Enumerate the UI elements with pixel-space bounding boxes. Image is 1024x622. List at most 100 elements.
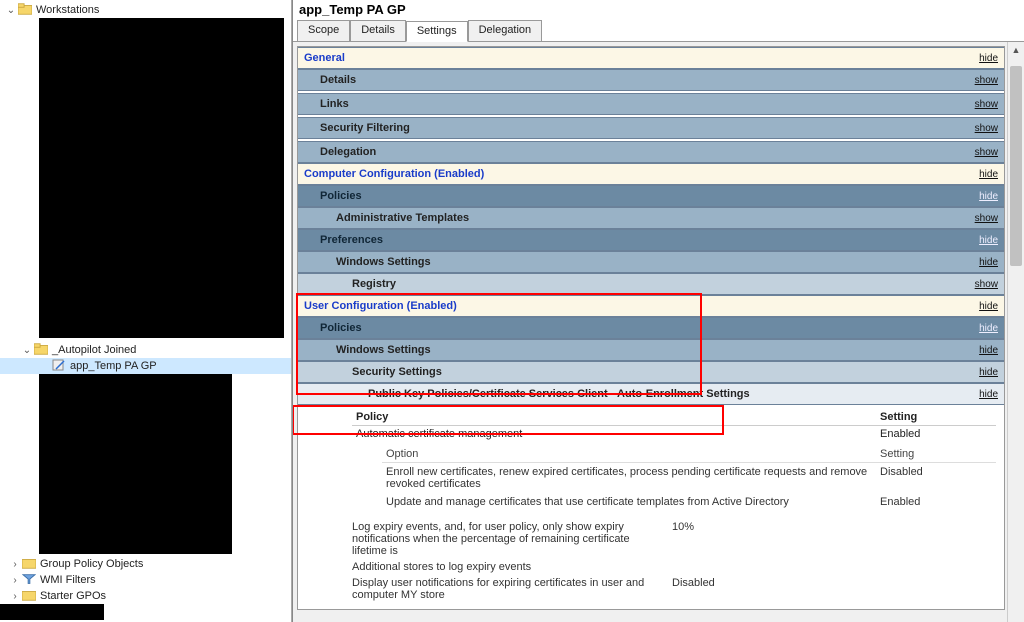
hide-link[interactable]: hide xyxy=(973,343,1004,358)
table-row: Display user notifications for expiring … xyxy=(352,575,996,603)
cell-label: Additional stores to log expiry events xyxy=(352,561,672,573)
folder-icon xyxy=(18,3,34,17)
show-link[interactable]: show xyxy=(969,145,1004,160)
tree-label: _Autopilot Joined xyxy=(52,344,136,356)
col-policy: Policy xyxy=(352,409,876,426)
hide-link[interactable]: hide xyxy=(973,255,1004,270)
section-general-delegation[interactable]: Delegation show xyxy=(298,141,1004,163)
tab-scope[interactable]: Scope xyxy=(297,20,350,41)
section-comp-admintpl[interactable]: Administrative Templates show xyxy=(298,207,1004,229)
hide-link[interactable]: hide xyxy=(973,233,1004,248)
show-link[interactable]: show xyxy=(969,97,1004,112)
section-comp-conf[interactable]: Computer Configuration (Enabled) hide xyxy=(298,163,1004,185)
section-comp-prefs[interactable]: Preferences hide xyxy=(298,229,1004,251)
show-link[interactable]: show xyxy=(969,73,1004,88)
scroll-up-icon[interactable]: ▲ xyxy=(1008,42,1024,59)
tree-label: Starter GPOs xyxy=(40,590,106,602)
tree-autopilot[interactable]: ⌄ _Autopilot Joined xyxy=(0,342,291,358)
right-pane: app_Temp PA GP Scope Details Settings De… xyxy=(292,0,1024,622)
tree-workstations[interactable]: ⌄ Workstations xyxy=(0,2,291,18)
table-row: Enroll new certificates, renew expired c… xyxy=(382,463,996,494)
table-row: Log expiry events, and, for user policy,… xyxy=(352,519,996,559)
section-user-pkp[interactable]: Public Key Policies/Certificate Services… xyxy=(298,383,1004,405)
policy-body: Policy Setting Automatic certificate man… xyxy=(298,405,1004,609)
cell-option: Enroll new certificates, renew expired c… xyxy=(382,463,876,494)
tree-stub-icons xyxy=(22,18,38,341)
hide-link[interactable]: hide xyxy=(973,365,1004,380)
section-comp-policies[interactable]: Policies hide xyxy=(298,185,1004,207)
collapse-icon[interactable]: ⌄ xyxy=(4,5,18,16)
folder-icon xyxy=(22,589,38,603)
section-label: Links xyxy=(298,94,969,114)
section-label: Policies xyxy=(298,318,973,338)
section-comp-winset[interactable]: Windows Settings hide xyxy=(298,251,1004,273)
expand-icon[interactable]: › xyxy=(8,575,22,586)
section-label: Administrative Templates xyxy=(298,208,969,228)
options-table: Option Setting Enroll new certificates, … xyxy=(382,446,996,511)
tree-label: WMI Filters xyxy=(40,574,96,586)
hide-link[interactable]: hide xyxy=(973,51,1004,66)
section-general-details[interactable]: Details show xyxy=(298,69,1004,91)
section-label: General xyxy=(298,48,973,68)
tree-label: app_Temp PA GP xyxy=(70,360,157,372)
tree-starter-gpos[interactable]: › Starter GPOs xyxy=(0,588,291,604)
section-label: Computer Configuration (Enabled) xyxy=(298,164,973,184)
section-general-links[interactable]: Links show xyxy=(298,93,1004,115)
report-pane: General hide Details show Links show Sec… xyxy=(297,46,1005,610)
hide-link[interactable]: hide xyxy=(973,321,1004,336)
hide-link[interactable]: hide xyxy=(973,189,1004,204)
folder-icon xyxy=(34,343,50,357)
section-label: Registry xyxy=(298,274,969,294)
cell-setting: Enabled xyxy=(876,493,996,511)
section-comp-registry[interactable]: Registry show xyxy=(298,273,1004,295)
filter-icon xyxy=(22,573,38,587)
section-user-secset[interactable]: Security Settings hide xyxy=(298,361,1004,383)
tab-settings[interactable]: Settings xyxy=(406,21,468,42)
section-general[interactable]: General hide xyxy=(298,47,1004,69)
section-user-winset[interactable]: Windows Settings hide xyxy=(298,339,1004,361)
tab-bar: Scope Details Settings Delegation xyxy=(293,20,1024,42)
tree-wmi-filters[interactable]: › WMI Filters xyxy=(0,572,291,588)
collapse-icon[interactable]: ⌄ xyxy=(20,345,34,356)
tree-lines-icon xyxy=(22,18,38,338)
content-area: General hide Details show Links show Sec… xyxy=(293,42,1024,622)
section-user-policies[interactable]: Policies hide xyxy=(298,317,1004,339)
redacted-block xyxy=(39,18,284,338)
tab-details[interactable]: Details xyxy=(350,20,406,41)
section-label: Delegation xyxy=(298,142,969,162)
expand-icon[interactable]: › xyxy=(8,591,22,602)
content-scroll[interactable]: General hide Details show Links show Sec… xyxy=(293,42,1007,622)
gpo-link-icon xyxy=(52,359,68,373)
col-setting: Setting xyxy=(876,446,996,463)
left-tree-pane: ⌄ Workstations ⌄ _Autopilot Joined app_T… xyxy=(0,0,292,622)
section-label: Preferences xyxy=(298,230,973,250)
vertical-scrollbar[interactable]: ▲ xyxy=(1007,42,1024,622)
section-user-conf[interactable]: User Configuration (Enabled) hide xyxy=(298,295,1004,317)
section-label: Details xyxy=(298,70,969,90)
section-label: Public Key Policies/Certificate Services… xyxy=(298,384,973,404)
tree-gpo-selected[interactable]: app_Temp PA GP xyxy=(0,358,291,374)
tab-delegation[interactable]: Delegation xyxy=(468,20,543,41)
hide-link[interactable]: hide xyxy=(973,387,1004,402)
cell-setting: Disabled xyxy=(876,463,996,494)
table-row: Update and manage certificates that use … xyxy=(382,493,996,511)
section-label: Security Filtering xyxy=(298,118,969,138)
redacted-block xyxy=(0,604,104,620)
expand-icon[interactable]: › xyxy=(8,559,22,570)
tree-root: ⌄ Workstations ⌄ _Autopilot Joined app_T… xyxy=(0,0,291,606)
show-link[interactable]: show xyxy=(969,211,1004,226)
section-label: User Configuration (Enabled) xyxy=(298,296,973,316)
section-label: Windows Settings xyxy=(298,252,973,272)
cell-option: Update and manage certificates that use … xyxy=(382,493,876,511)
show-link[interactable]: show xyxy=(969,277,1004,292)
scroll-thumb[interactable] xyxy=(1010,66,1022,266)
options-block: Option Setting Enroll new certificates, … xyxy=(352,442,996,511)
section-general-secfilt[interactable]: Security Filtering show xyxy=(298,117,1004,139)
hide-link[interactable]: hide xyxy=(973,299,1004,314)
hide-link[interactable]: hide xyxy=(973,167,1004,182)
show-link[interactable]: show xyxy=(969,121,1004,136)
tree-gp-objects[interactable]: › Group Policy Objects xyxy=(0,556,291,572)
cell-setting: Enabled xyxy=(876,426,996,443)
redacted-block xyxy=(39,374,232,554)
tree-label: Group Policy Objects xyxy=(40,558,143,570)
